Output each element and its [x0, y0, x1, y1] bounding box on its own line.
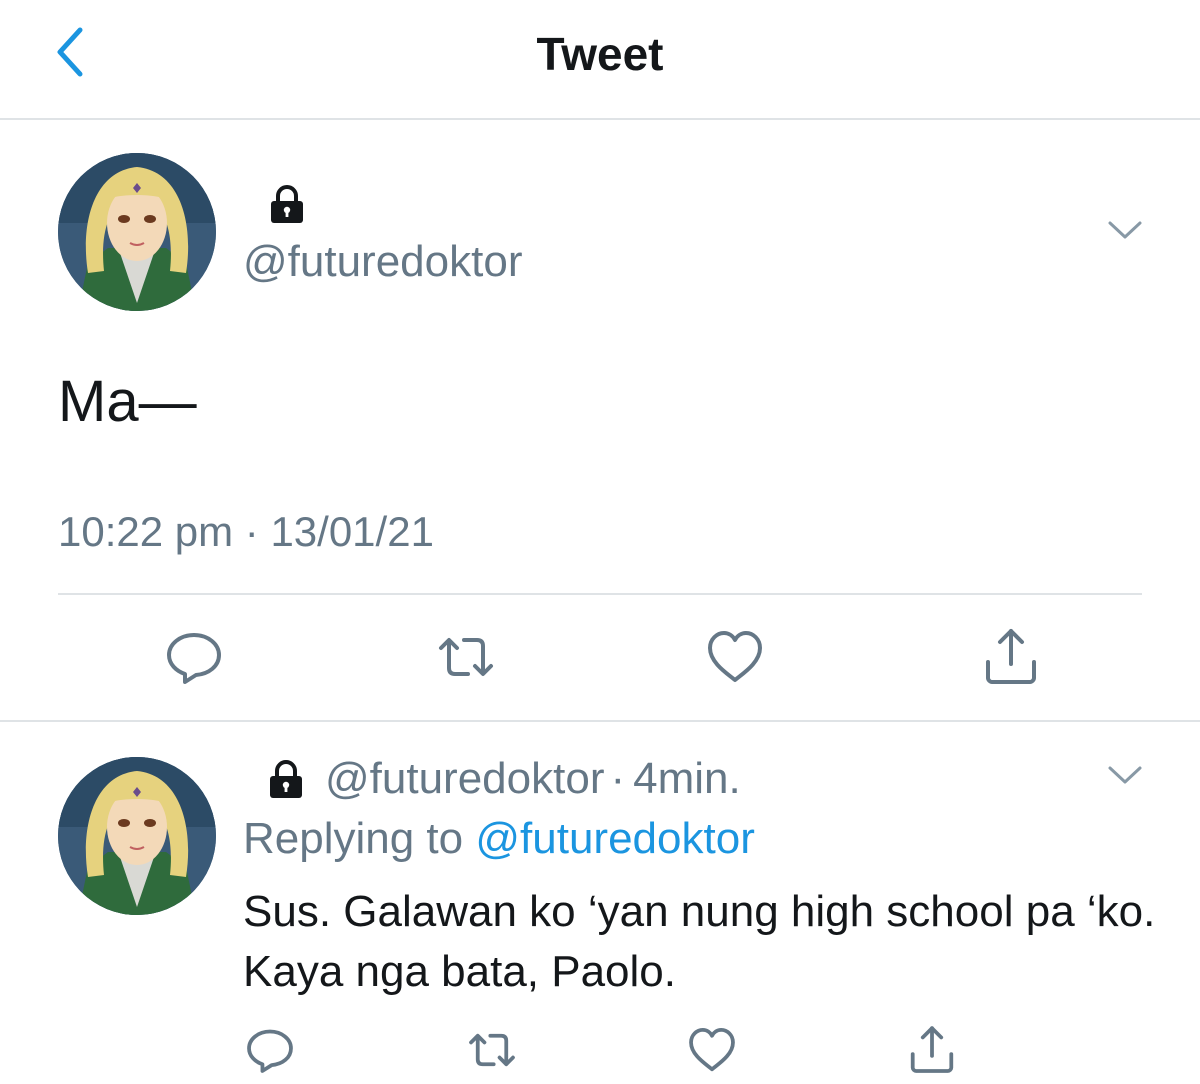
- chevron-down-icon: [1108, 221, 1142, 239]
- share-icon: [986, 629, 1036, 684]
- page-title: Tweet: [536, 28, 664, 80]
- reply-menu-button[interactable]: [1106, 760, 1144, 790]
- avatar[interactable]: [58, 153, 216, 311]
- meta-separator: ·: [610, 754, 626, 803]
- tweet-menu-button[interactable]: [1106, 215, 1144, 245]
- reply-button[interactable]: [163, 626, 225, 688]
- chevron-down-icon: [1108, 766, 1142, 784]
- lock-icon: [266, 183, 308, 225]
- share-button[interactable]: [980, 626, 1042, 688]
- like-button[interactable]: [686, 1024, 738, 1076]
- reply-time: 4min.: [633, 754, 741, 803]
- mention-link[interactable]: @futuredoktor: [475, 814, 754, 863]
- author-handle[interactable]: @futuredoktor: [243, 236, 522, 288]
- divider: [58, 593, 1142, 595]
- retweet-button[interactable]: [435, 626, 497, 688]
- share-icon: [910, 1026, 954, 1073]
- lock-icon: [265, 758, 307, 800]
- divider: [0, 720, 1200, 722]
- reply-icon: [167, 633, 221, 684]
- reply-icon: [247, 1029, 293, 1073]
- share-button[interactable]: [906, 1024, 958, 1076]
- reply-author-handle[interactable]: @futuredoktor: [325, 754, 604, 804]
- like-icon: [689, 1027, 735, 1072]
- retweet-button[interactable]: [466, 1024, 518, 1076]
- retweet-icon: [439, 638, 493, 676]
- tweet-text: Ma—: [58, 369, 197, 434]
- replying-to: Replying to @futuredoktor: [243, 812, 755, 866]
- reply-header: @futuredoktor · 4min.: [265, 752, 741, 806]
- avatar[interactable]: [58, 757, 216, 915]
- like-button[interactable]: [704, 626, 766, 688]
- tweet-timestamp: 10:22 pm · 13/01/21: [58, 508, 434, 555]
- replying-to-label: Replying to: [243, 814, 464, 863]
- like-icon: [708, 631, 762, 682]
- reply-button[interactable]: [244, 1024, 296, 1076]
- retweet-icon: [469, 1033, 515, 1067]
- reply-text: Sus. Galawan ko ‘yan nung high school pa…: [243, 887, 1156, 996]
